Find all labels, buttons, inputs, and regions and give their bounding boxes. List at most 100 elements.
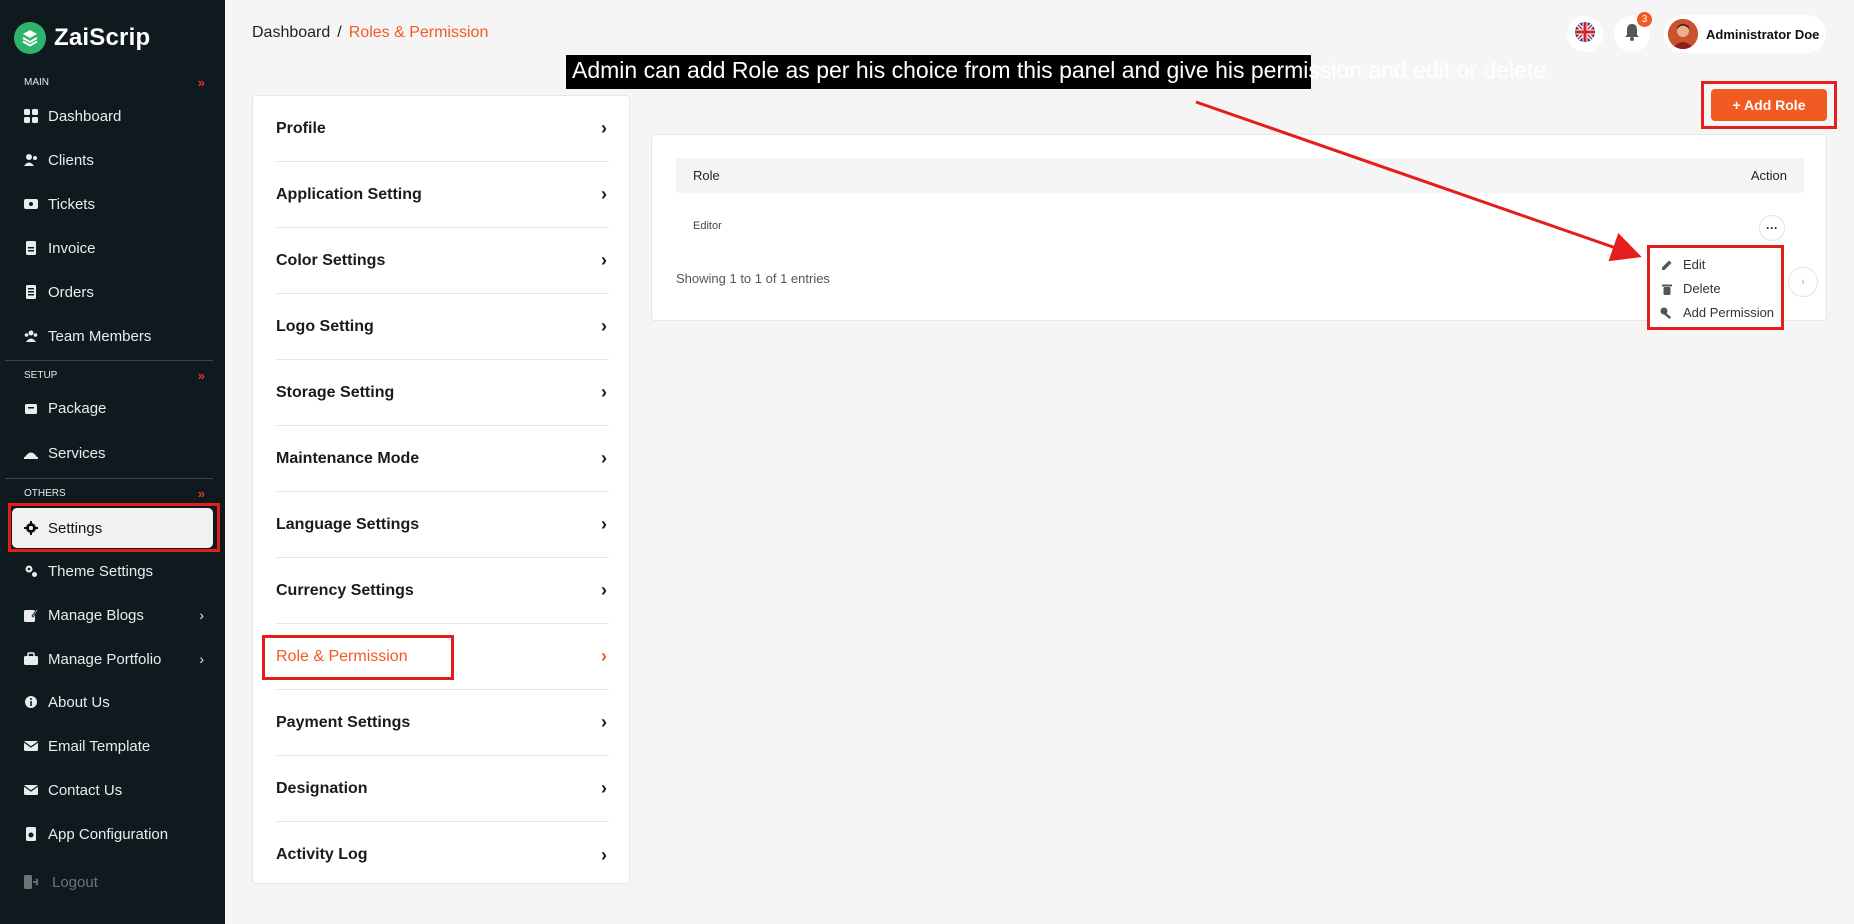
settings-item-storage-setting[interactable]: Storage Setting › <box>276 360 609 426</box>
user-menu[interactable]: Administrator Doe <box>1664 15 1826 53</box>
chevron-right-icon: › <box>601 448 607 468</box>
section-main-label: MAIN <box>24 77 49 88</box>
sidebar-item-services[interactable]: Services <box>24 438 214 468</box>
section-setup-label: SETUP <box>24 370 58 381</box>
sidebar-item-manage-blogs[interactable]: Manage Blogs › <box>24 600 214 630</box>
settings-menu: Profile › Application Setting › Color Sett… <box>252 95 630 884</box>
next-page-button[interactable]: › <box>1788 267 1818 297</box>
collapse-icon[interactable]: » <box>198 364 205 388</box>
settings-item-maintenance-mode[interactable]: Maintenance Mode › <box>276 426 609 492</box>
settings-item-logo-setting[interactable]: Logo Setting › <box>276 294 609 360</box>
settings-item-activity-log[interactable]: Activity Log › <box>276 822 609 888</box>
sidebar: ZaiScrip MAIN » Dashboard Clients Ticket… <box>0 0 225 924</box>
chevron-right-icon: › <box>199 651 204 667</box>
chevron-right-icon: › <box>601 118 607 138</box>
sidebar-item-label: Package <box>48 399 107 417</box>
menu-item-delete[interactable]: Delete <box>1660 281 1721 296</box>
settings-item-label: Currency Settings <box>276 581 414 599</box>
language-button[interactable] <box>1567 16 1603 52</box>
settings-item-label: Activity Log <box>276 846 368 863</box>
sidebar-item-label: Email Template <box>48 737 151 755</box>
users-icon <box>24 153 38 167</box>
row-actions-button[interactable]: ··· <box>1759 215 1785 241</box>
section-others-label: OTHERS <box>24 488 66 499</box>
sidebar-item-label: Contact Us <box>48 781 123 799</box>
services-icon <box>24 446 38 460</box>
orders-icon <box>24 285 38 299</box>
chevron-right-icon: › <box>601 250 607 270</box>
sidebar-item-invoice[interactable]: Invoice <box>24 233 214 263</box>
chevron-right-icon: › <box>601 382 607 402</box>
trash-icon <box>1660 282 1674 296</box>
menu-item-label: Add Permission <box>1683 305 1775 320</box>
menu-item-add-permission[interactable]: Add Permission <box>1660 305 1774 320</box>
sidebar-item-label: Team Members <box>48 327 152 345</box>
settings-item-profile[interactable]: Profile › <box>276 96 609 162</box>
key-icon <box>1660 306 1674 320</box>
settings-item-payment-settings[interactable]: Payment Settings › <box>276 690 609 756</box>
section-main: MAIN » <box>5 71 213 95</box>
settings-item-label: Profile <box>276 119 326 137</box>
sidebar-item-orders[interactable]: Orders <box>24 277 214 307</box>
logo[interactable]: ZaiScrip <box>14 22 150 54</box>
user-name: Administrator Doe <box>1706 26 1820 42</box>
sidebar-item-email-template[interactable]: Email Template <box>24 731 214 761</box>
blog-icon <box>24 608 38 622</box>
sidebar-item-label: About Us <box>48 693 110 711</box>
chevron-right-icon: › <box>601 646 607 666</box>
sidebar-item-label: Theme Settings <box>48 562 154 580</box>
sidebar-item-theme-settings[interactable]: Theme Settings <box>24 556 214 586</box>
chevron-right-icon: › <box>601 712 607 732</box>
notifications-button[interactable]: 3 <box>1614 12 1652 52</box>
sidebar-item-dashboard[interactable]: Dashboard <box>24 101 214 131</box>
info-icon <box>24 695 38 709</box>
team-icon <box>24 329 38 343</box>
brand-name: ZaiScrip <box>54 24 151 51</box>
settings-item-language-settings[interactable]: Language Settings › <box>276 492 609 558</box>
settings-item-color-settings[interactable]: Color Settings › <box>276 228 609 294</box>
chevron-right-icon: › <box>601 316 607 336</box>
sidebar-item-team-members[interactable]: Team Members <box>24 321 214 351</box>
grid-icon <box>24 109 38 123</box>
sidebar-item-contact-us[interactable]: Contact Us <box>24 775 214 805</box>
chevron-right-icon: › <box>601 580 607 600</box>
chevron-right-icon: › <box>199 607 204 623</box>
highlight-box-role-permission <box>262 635 454 680</box>
tutorial-annotation: Admin can add Role as per his choice fro… <box>566 55 1553 89</box>
divider <box>5 478 213 479</box>
chevron-right-icon: › <box>601 514 607 534</box>
menu-item-label: Edit <box>1683 257 1706 272</box>
settings-item-label: Application Setting <box>276 185 422 203</box>
ticket-icon <box>24 197 38 211</box>
divider <box>5 360 213 361</box>
sidebar-item-clients[interactable]: Clients <box>24 145 214 175</box>
sidebar-item-about-us[interactable]: About Us <box>24 687 214 717</box>
settings-item-label: Storage Setting <box>276 383 395 401</box>
sidebar-item-label: Manage Blogs <box>48 606 144 624</box>
sidebar-item-label: App Configuration <box>48 825 169 843</box>
breadcrumb-root[interactable]: Dashboard <box>252 24 330 41</box>
highlight-box-add-role <box>1701 81 1837 129</box>
logout-button[interactable]: Logout <box>24 867 214 897</box>
sidebar-item-tickets[interactable]: Tickets <box>24 189 214 219</box>
pagination-info: Showing 1 to 1 of 1 entries <box>676 271 830 286</box>
collapse-icon[interactable]: » <box>198 71 205 95</box>
settings-item-label: Logo Setting <box>276 317 374 335</box>
highlight-box-settings <box>8 503 220 552</box>
portfolio-icon <box>24 652 38 666</box>
invoice-icon <box>24 241 38 255</box>
settings-item-application-setting[interactable]: Application Setting › <box>276 162 609 228</box>
sidebar-item-label: Tickets <box>48 195 95 213</box>
notification-badge: 3 <box>1637 12 1652 27</box>
settings-item-label: Color Settings <box>276 251 386 269</box>
sidebar-item-app-configuration[interactable]: App Configuration <box>24 819 214 849</box>
sidebar-item-label: Dashboard <box>48 107 122 125</box>
column-header-role: Role <box>693 168 720 183</box>
sidebar-item-label: Invoice <box>48 239 96 257</box>
sidebar-item-package[interactable]: Package <box>24 393 214 423</box>
menu-item-edit[interactable]: Edit <box>1660 257 1705 272</box>
sidebar-item-manage-portfolio[interactable]: Manage Portfolio › <box>24 644 214 674</box>
settings-item-designation[interactable]: Designation › <box>276 756 609 822</box>
menu-item-label: Delete <box>1683 281 1721 296</box>
settings-item-currency-settings[interactable]: Currency Settings › <box>276 558 609 624</box>
